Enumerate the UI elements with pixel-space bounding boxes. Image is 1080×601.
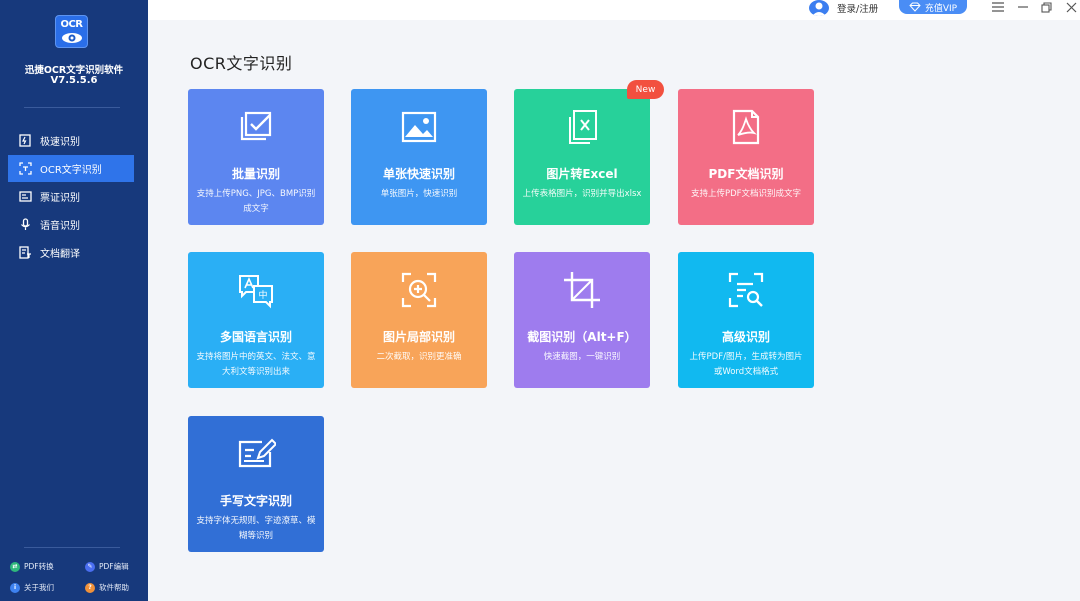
- card-title: 单张快速识别: [382, 167, 455, 181]
- card-description: 单张图片，快速识别: [380, 189, 458, 199]
- card-description: 二次截取，识别更准确: [376, 352, 462, 362]
- vip-button[interactable]: 充值VIP: [899, 0, 967, 14]
- vip-label: 充值VIP: [924, 3, 958, 14]
- scan-text-icon: [18, 162, 32, 176]
- card-description: 支持上传PDF文档识别成文字: [690, 189, 802, 199]
- user-avatar-icon[interactable]: [809, 0, 829, 16]
- card-title: PDF文档识别: [708, 167, 784, 181]
- help-link[interactable]: ? 软件帮助: [85, 582, 129, 593]
- card-title: 截图识别（Alt+F）: [527, 330, 637, 344]
- minimize-icon[interactable]: [1015, 0, 1031, 14]
- pdf-edit-icon: ✎: [85, 561, 95, 572]
- sidebar-item-ticket[interactable]: 票证识别: [8, 183, 134, 210]
- sidebar-footer-divider: [24, 547, 120, 548]
- help-icon: ?: [85, 582, 95, 593]
- page-title: OCR文字识别: [190, 54, 293, 73]
- sidebar-item-label: 极速识别: [40, 137, 80, 148]
- footer-label: PDF转换: [24, 562, 54, 571]
- sidebar: OCR 迅捷OCR文字识别软件 V7.5.5.6 极速识别 OCR文字识别 票证…: [0, 0, 148, 601]
- card-advanced-ocr[interactable]: 高级识别 上传PDF/图片，生成转为图片或Word文档格式: [678, 252, 814, 388]
- card-description: 上传PDF/图片，生成转为图片或Word文档格式: [689, 352, 803, 377]
- sidebar-item-fast-ocr[interactable]: 极速识别: [8, 127, 134, 154]
- diamond-icon: [909, 2, 921, 12]
- excel-icon: [569, 110, 597, 144]
- card-partial-ocr[interactable]: 图片局部识别 二次截取，识别更准确: [351, 252, 487, 388]
- flash-doc-icon: [18, 134, 32, 148]
- pdf-convert-icon: ⇄: [10, 561, 20, 572]
- sidebar-item-ocr[interactable]: OCR文字识别: [8, 155, 134, 182]
- sidebar-item-label: 票证识别: [40, 193, 80, 204]
- handwriting-icon: [238, 438, 276, 468]
- app-name: 迅捷OCR文字识别软件: [24, 65, 124, 76]
- footer-label: 软件帮助: [99, 583, 129, 592]
- login-register-link[interactable]: 登录/注册: [837, 1, 878, 15]
- footer-label: 关于我们: [24, 583, 54, 592]
- card-multi-language[interactable]: 中 多国语言识别 支持将图片中的英文、法文、意大利文等识别出来: [188, 252, 324, 388]
- card-image-to-excel[interactable]: 图片转Excel 上传表格图片，识别并导出xlsx: [514, 89, 650, 225]
- card-batch-ocr[interactable]: 批量识别 支持上传PNG、JPG、BMP识别成文字: [188, 89, 324, 225]
- language-icon: 中: [239, 275, 273, 309]
- zoom-in-icon: [401, 272, 437, 308]
- sidebar-item-label: OCR文字识别: [40, 165, 102, 176]
- card-title: 高级识别: [721, 330, 770, 344]
- pdf-icon: [732, 109, 760, 145]
- batch-check-icon: [240, 111, 272, 141]
- card-description: 支持字体无规则、字迹潦草、模糊等识别: [196, 516, 316, 541]
- advanced-search-icon: [728, 272, 764, 308]
- new-badge: New: [627, 80, 664, 99]
- sidebar-item-translate[interactable]: 文档翻译: [8, 239, 134, 266]
- footer-label: PDF编辑: [99, 562, 129, 571]
- sidebar-item-label: 语音识别: [40, 221, 80, 232]
- eye-icon: [61, 32, 82, 43]
- restore-icon[interactable]: [1039, 0, 1055, 14]
- card-description: 上传表格图片，识别并导出xlsx: [522, 189, 642, 199]
- card-description: 快速截图，一键识别: [543, 352, 621, 362]
- card-description: 支持将图片中的英文、法文、意大利文等识别出来: [196, 352, 316, 377]
- card-title: 批量识别: [231, 167, 280, 181]
- card-description: 支持上传PNG、JPG、BMP识别成文字: [196, 189, 316, 214]
- card-title: 图片转Excel: [546, 167, 618, 181]
- card-screenshot-ocr[interactable]: 截图识别（Alt+F） 快速截图，一键识别: [514, 252, 650, 388]
- card-title: 手写文字识别: [219, 494, 292, 508]
- menu-icon[interactable]: [990, 0, 1006, 14]
- about-link[interactable]: i 关于我们: [10, 582, 54, 593]
- pdf-convert-link[interactable]: ⇄ PDF转换: [10, 561, 54, 572]
- sidebar-divider: [24, 107, 120, 108]
- app-version: V7.5.5.6: [50, 75, 98, 86]
- app-logo: OCR: [55, 15, 88, 48]
- logo-text: OCR: [60, 18, 83, 30]
- microphone-icon: [18, 218, 32, 232]
- about-icon: i: [10, 582, 20, 593]
- card-pdf-ocr[interactable]: PDF文档识别 支持上传PDF文档识别成文字: [678, 89, 814, 225]
- sidebar-item-label: 文档翻译: [40, 249, 80, 260]
- card-handwriting-ocr[interactable]: 手写文字识别 支持字体无规则、字迹潦草、模糊等识别: [188, 416, 324, 552]
- card-single-ocr[interactable]: 单张快速识别 单张图片，快速识别: [351, 89, 487, 225]
- close-icon[interactable]: [1063, 0, 1079, 14]
- image-icon: [401, 111, 437, 143]
- pdf-edit-link[interactable]: ✎ PDF编辑: [85, 561, 129, 572]
- ticket-icon: [18, 190, 32, 204]
- card-title: 图片局部识别: [382, 330, 455, 344]
- sidebar-item-voice[interactable]: 语音识别: [8, 211, 134, 238]
- svg-text:中: 中: [258, 289, 267, 301]
- translate-doc-icon: [18, 246, 32, 260]
- crop-icon: [564, 272, 600, 308]
- card-title: 多国语言识别: [219, 330, 292, 344]
